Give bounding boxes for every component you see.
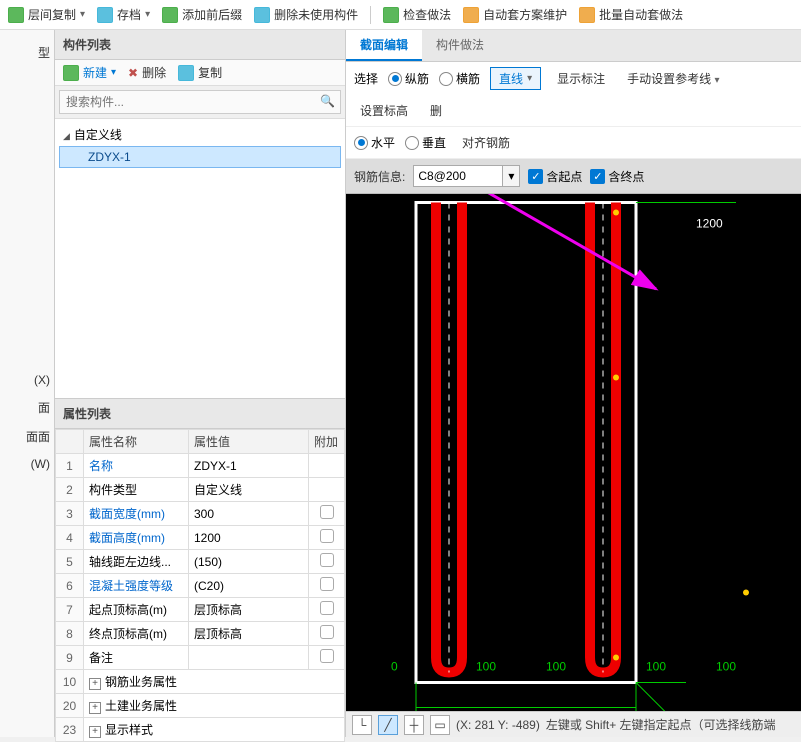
svg-text:100: 100 xyxy=(716,660,736,674)
sidebar-row[interactable]: (X) xyxy=(0,367,54,393)
col-add: 附加 xyxy=(309,430,345,454)
new-icon xyxy=(63,65,79,81)
rebar-info-input[interactable] xyxy=(413,165,503,187)
table-row[interactable]: 10+钢筋业务属性 xyxy=(56,670,345,694)
include-start-check[interactable]: ✓含起点 xyxy=(528,168,582,185)
show-mark-button[interactable]: 显示标注 xyxy=(551,68,611,89)
sidebar-row[interactable]: (W) xyxy=(0,451,54,477)
radio-vbar[interactable]: 纵筋 xyxy=(388,70,429,87)
component-toolbar: 新建▾ ✖删除 复制 xyxy=(55,60,345,86)
delete-right-button[interactable]: 删 xyxy=(424,100,448,121)
control-row-1: 选择 纵筋 横筋 直线▾ 显示标注 手动设置参考线 ▾ 设置标高 删 xyxy=(346,62,801,127)
radio-horizontal[interactable]: 水平 xyxy=(354,134,395,151)
property-table: 属性名称 属性值 附加 1名称ZDYX-12构件类型自定义线3截面宽度(mm)3… xyxy=(55,429,345,742)
status-tool-2[interactable]: ╱ xyxy=(378,715,398,735)
archive-icon xyxy=(97,7,113,23)
svg-text:100: 100 xyxy=(476,660,496,674)
rebar-combo-caret[interactable]: ▾ xyxy=(503,165,520,187)
include-end-check[interactable]: ✓含终点 xyxy=(590,168,644,185)
prefix-icon xyxy=(162,7,178,23)
svg-text:0: 0 xyxy=(391,660,398,674)
sidebar-row[interactable]: 面面 xyxy=(0,422,54,451)
tree-child-selected[interactable]: ZDYX-1 xyxy=(59,146,341,168)
component-list-title: 构件列表 xyxy=(55,30,345,60)
checkbox[interactable] xyxy=(320,577,334,591)
svg-text:100: 100 xyxy=(646,660,666,674)
checkbox[interactable] xyxy=(320,505,334,519)
set-elev-button[interactable]: 设置标高 xyxy=(354,100,414,121)
manual-ref-button[interactable]: 手动设置参考线 ▾ xyxy=(621,68,725,89)
left-sidebar: 型 (X) 面 面面 (W) xyxy=(0,30,55,737)
svg-text:100: 100 xyxy=(546,660,566,674)
select-label[interactable]: 选择 xyxy=(354,70,378,87)
check-icon xyxy=(383,7,399,23)
auto-sleeve-icon xyxy=(463,7,479,23)
main-toolbar: 层间复制▾ 存档▾ 添加前后缀 删除未使用构件 检查做法 自动套方案维护 批量自… xyxy=(0,0,801,30)
copy-icon xyxy=(178,65,194,81)
new-button[interactable]: 新建▾ xyxy=(63,64,116,81)
add-prefix-button[interactable]: 添加前后缀 xyxy=(162,6,242,23)
component-tree: 自定义线 ZDYX-1 xyxy=(55,119,345,399)
table-row[interactable]: 20+土建业务属性 xyxy=(56,694,345,718)
radio-hbar[interactable]: 横筋 xyxy=(439,70,480,87)
table-row[interactable]: 5轴线距左边线...(150) xyxy=(56,550,345,574)
sidebar-row[interactable]: 型 xyxy=(0,38,54,67)
search-box: 🔍 xyxy=(55,86,345,119)
check-method-button[interactable]: 检查做法 xyxy=(383,6,451,23)
sidebar-row[interactable]: 面 xyxy=(0,393,54,422)
checkbox[interactable] xyxy=(320,649,334,663)
table-row[interactable]: 2构件类型自定义线 xyxy=(56,478,345,502)
property-list-title: 属性列表 xyxy=(55,399,345,429)
batch-auto-button[interactable]: 批量自动套做法 xyxy=(579,6,683,23)
status-tool-4[interactable]: ▭ xyxy=(430,715,450,735)
status-tool-3[interactable]: ┼ xyxy=(404,715,424,735)
radio-vertical[interactable]: 垂直 xyxy=(405,134,446,151)
control-row-2: 水平 垂直 对齐钢筋 xyxy=(346,127,801,159)
drawing-canvas[interactable]: 0 100 100 100 100 1200 xyxy=(346,194,801,711)
delete-unused-icon xyxy=(254,7,270,23)
table-row[interactable]: 3截面宽度(mm)300 xyxy=(56,502,345,526)
table-row[interactable]: 4截面高度(mm)1200 xyxy=(56,526,345,550)
tab-section-edit[interactable]: 截面编辑 xyxy=(346,30,422,61)
status-tool-1[interactable]: └ xyxy=(352,715,372,735)
status-hint: 左键或 Shift+ 左键指定起点（可选择线筋端 xyxy=(546,716,776,733)
table-row[interactable]: 7起点顶标高(m)层顶标高 xyxy=(56,598,345,622)
layer-copy-icon xyxy=(8,7,24,23)
col-val: 属性值 xyxy=(189,430,309,454)
tab-component-method[interactable]: 构件做法 xyxy=(422,30,498,61)
copy-button[interactable]: 复制 xyxy=(178,64,222,81)
auto-sleeve-button[interactable]: 自动套方案维护 xyxy=(463,6,567,23)
col-name: 属性名称 xyxy=(84,430,189,454)
search-icon[interactable]: 🔍 xyxy=(320,94,335,108)
tree-parent[interactable]: 自定义线 xyxy=(59,123,341,146)
search-input[interactable] xyxy=(59,90,341,114)
table-row[interactable]: 1名称ZDYX-1 xyxy=(56,454,345,478)
checkbox[interactable] xyxy=(320,625,334,639)
dimension-label: 1200 xyxy=(696,217,723,231)
coord-display: (X: 281 Y: -489) xyxy=(456,718,540,732)
layer-copy-button[interactable]: 层间复制▾ xyxy=(8,6,85,23)
checkbox[interactable] xyxy=(320,601,334,615)
right-tabs: 截面编辑 构件做法 xyxy=(346,30,801,62)
rebar-info-row: 钢筋信息: ▾ ✓含起点 ✓含终点 xyxy=(346,159,801,194)
table-row[interactable]: 23+显示样式 xyxy=(56,718,345,742)
status-bar: └ ╱ ┼ ▭ (X: 281 Y: -489) 左键或 Shift+ 左键指定… xyxy=(346,711,801,737)
delete-unused-button[interactable]: 删除未使用构件 xyxy=(254,6,358,23)
table-row[interactable]: 8终点顶标高(m)层顶标高 xyxy=(56,622,345,646)
archive-button[interactable]: 存档▾ xyxy=(97,6,150,23)
line-dropdown[interactable]: 直线▾ xyxy=(490,67,541,90)
batch-icon xyxy=(579,7,595,23)
checkbox[interactable] xyxy=(320,553,334,567)
delete-button[interactable]: ✖删除 xyxy=(128,64,166,81)
table-row[interactable]: 6混凝土强度等级(C20) xyxy=(56,574,345,598)
checkbox[interactable] xyxy=(320,529,334,543)
table-row[interactable]: 9备注 xyxy=(56,646,345,670)
align-rebar-button[interactable]: 对齐钢筋 xyxy=(456,132,516,153)
rebar-info-label: 钢筋信息: xyxy=(354,168,405,185)
